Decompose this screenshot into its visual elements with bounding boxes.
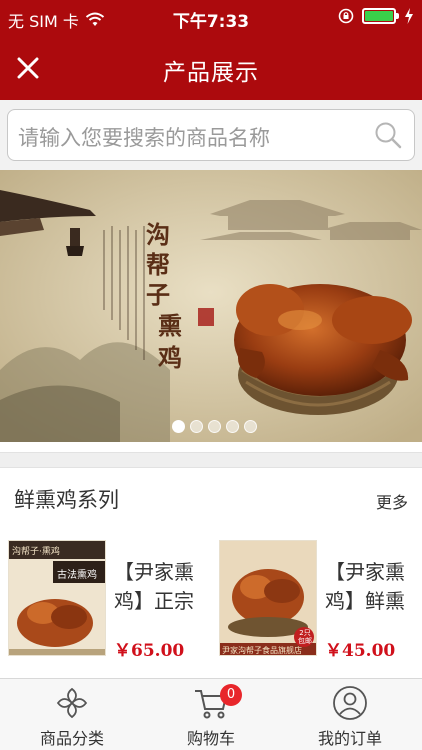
tab-cart[interactable]: 购物车: [141, 679, 281, 750]
tab-label: 购物车: [186, 729, 235, 748]
pagination-dot[interactable]: [172, 420, 185, 433]
pagination-dot[interactable]: [190, 420, 203, 433]
promo-banner[interactable]: 沟帮子 熏鸡: [0, 170, 422, 442]
tab-category[interactable]: 商品分类: [2, 679, 142, 750]
cart-count-badge: 0: [220, 684, 242, 706]
battery-icon: [362, 8, 399, 24]
product-card[interactable]: 沟帮子·熏鸡 古法熏鸡 【尹家熏鸡】正宗 ￥65.00: [8, 540, 208, 661]
product-name[interactable]: 【尹家熏鸡】鲜熏: [325, 558, 422, 616]
product-image: [9, 541, 105, 655]
product-thumbnail[interactable]: 2只包邮 尹家沟帮子食品旗舰店: [219, 540, 317, 656]
banner-brand: 沟帮子: [146, 220, 170, 309]
product-name[interactable]: 【尹家熏鸡】正宗: [114, 558, 214, 616]
pagination-dot[interactable]: [208, 420, 221, 433]
tab-label: 商品分类: [39, 729, 104, 748]
product-price: ￥65.00: [114, 641, 185, 661]
search-placeholder: 请输入您要搜索的商品名称: [18, 126, 270, 150]
category-icon: [56, 687, 88, 719]
product-thumbnail[interactable]: 沟帮子·熏鸡 古法熏鸡: [8, 540, 106, 656]
tab-orders[interactable]: 我的订单: [280, 679, 420, 750]
tab-bar: 商品分类 购物车 我的订单: [0, 678, 422, 750]
product-price: ￥45.00: [325, 641, 396, 661]
product-card[interactable]: 2只包邮 尹家沟帮子食品旗舰店 【尹家熏鸡】鲜熏 ￥45.00: [219, 540, 422, 661]
nav-header: 产品展示: [0, 36, 422, 100]
more-link[interactable]: 更多: [376, 489, 408, 513]
search-bar: 请输入您要搜索的商品名称: [0, 100, 422, 170]
banner-artwork: [0, 170, 422, 442]
user-icon: [333, 686, 367, 720]
thumbnail-badge: 古法熏鸡: [57, 570, 97, 581]
thumbnail-badge: 2只包邮: [298, 629, 312, 645]
banner-product: 熏鸡: [158, 311, 182, 372]
pagination-dot[interactable]: [226, 420, 239, 433]
thumbnail-caption: 沟帮子·熏鸡: [12, 547, 60, 557]
pagination-dot[interactable]: [244, 420, 257, 433]
section-title: 鲜熏鸡系列: [14, 488, 119, 512]
status-right: [338, 8, 414, 24]
thumbnail-caption: 尹家沟帮子食品旗舰店: [222, 646, 302, 655]
search-input[interactable]: 请输入您要搜索的商品名称: [7, 109, 415, 161]
banner-pagination: [172, 420, 257, 433]
rotation-lock-icon: [338, 8, 354, 24]
section-divider: [0, 452, 422, 468]
tab-label: 我的订单: [317, 729, 382, 748]
charging-icon: [405, 8, 413, 24]
status-bar: 无 SIM 卡 下午7:33: [0, 0, 422, 36]
page-title: 产品展示: [163, 60, 259, 86]
search-icon[interactable]: [374, 121, 402, 149]
